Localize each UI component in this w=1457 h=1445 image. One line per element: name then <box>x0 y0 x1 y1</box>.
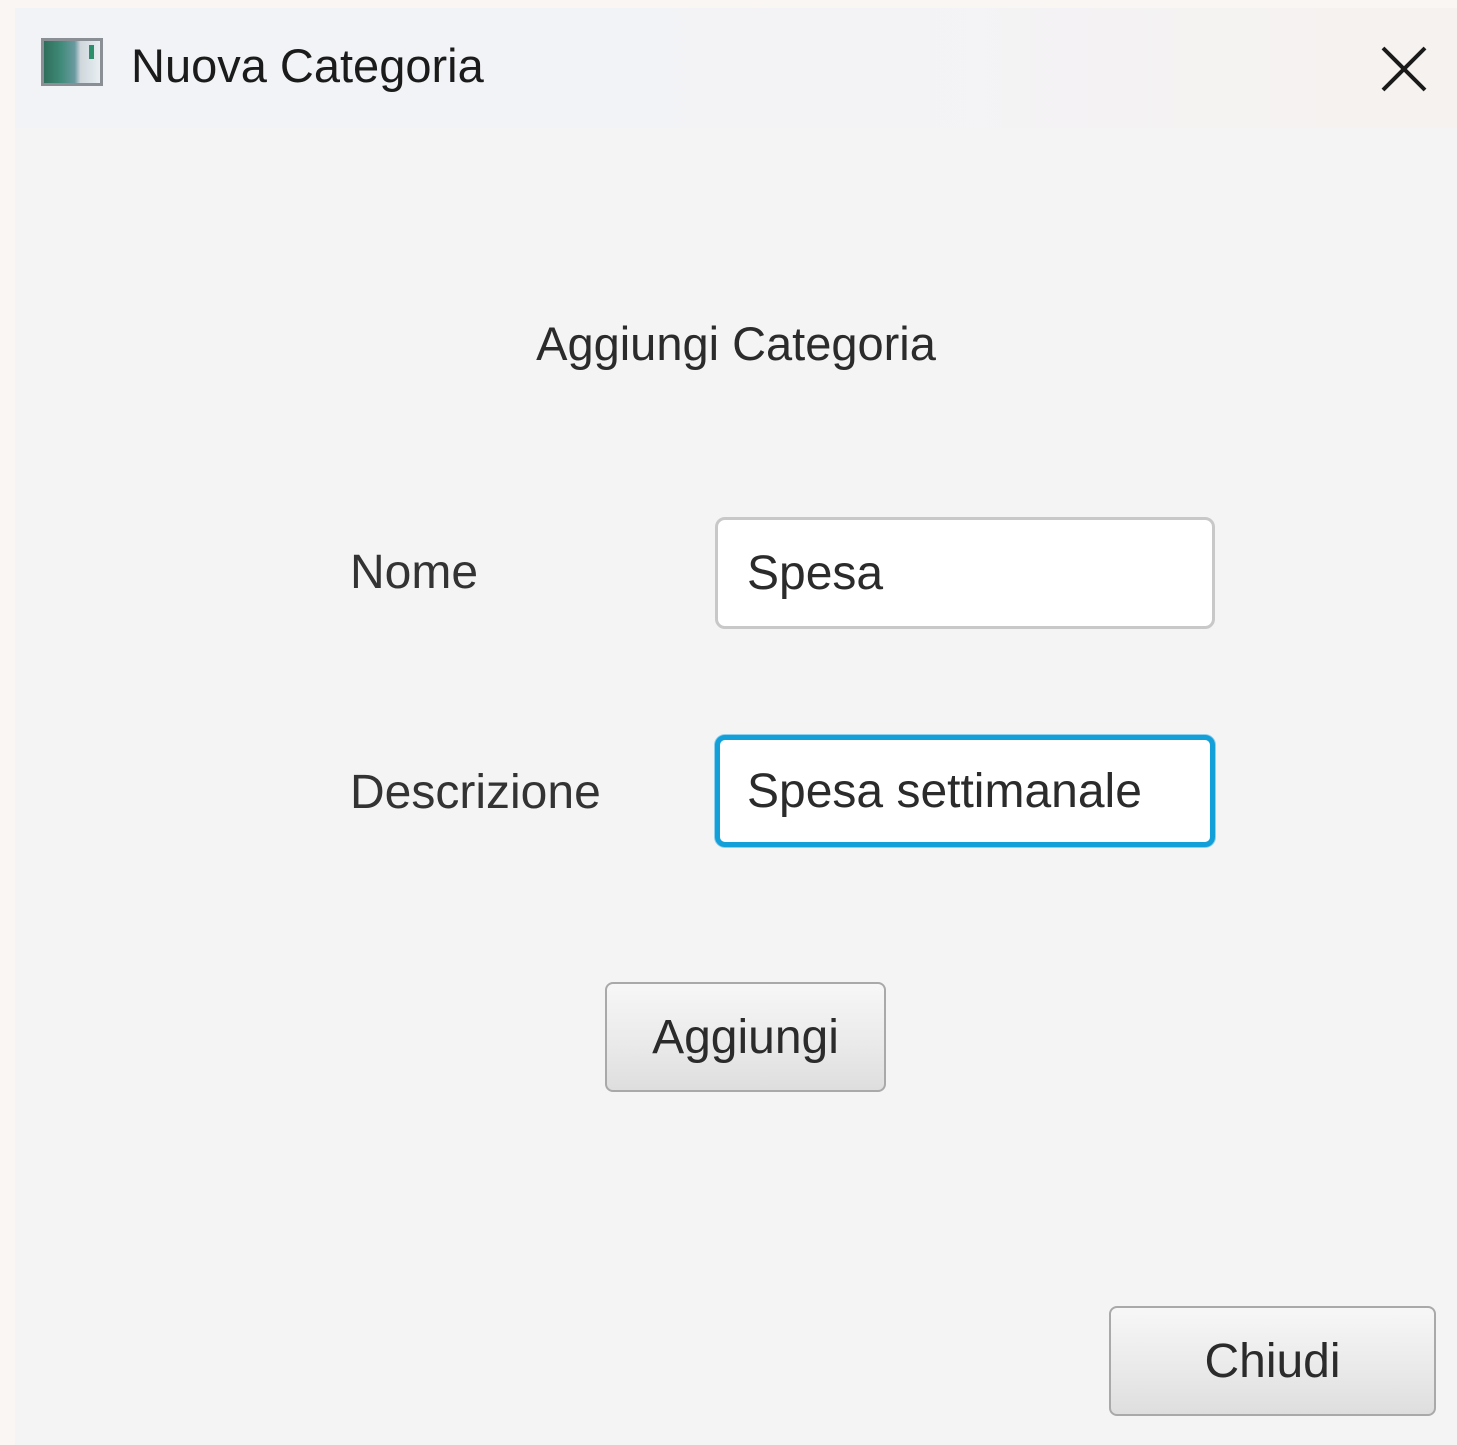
nome-input[interactable] <box>715 517 1215 629</box>
app-window-icon <box>41 38 103 86</box>
add-button[interactable]: Aggiungi <box>605 982 886 1092</box>
nome-label: Nome <box>350 546 479 599</box>
close-button[interactable]: Chiudi <box>1109 1306 1436 1416</box>
form-heading: Aggiungi Categoria <box>536 317 936 370</box>
window-title: Nuova Categoria <box>131 39 484 92</box>
dialog-window: Nuova Categoria Aggiungi Categoria Nome … <box>15 8 1457 1445</box>
title-bar: Nuova Categoria <box>15 8 1457 128</box>
close-icon[interactable] <box>1373 38 1435 100</box>
descrizione-label: Descrizione <box>350 766 601 819</box>
descrizione-input[interactable] <box>715 735 1215 847</box>
